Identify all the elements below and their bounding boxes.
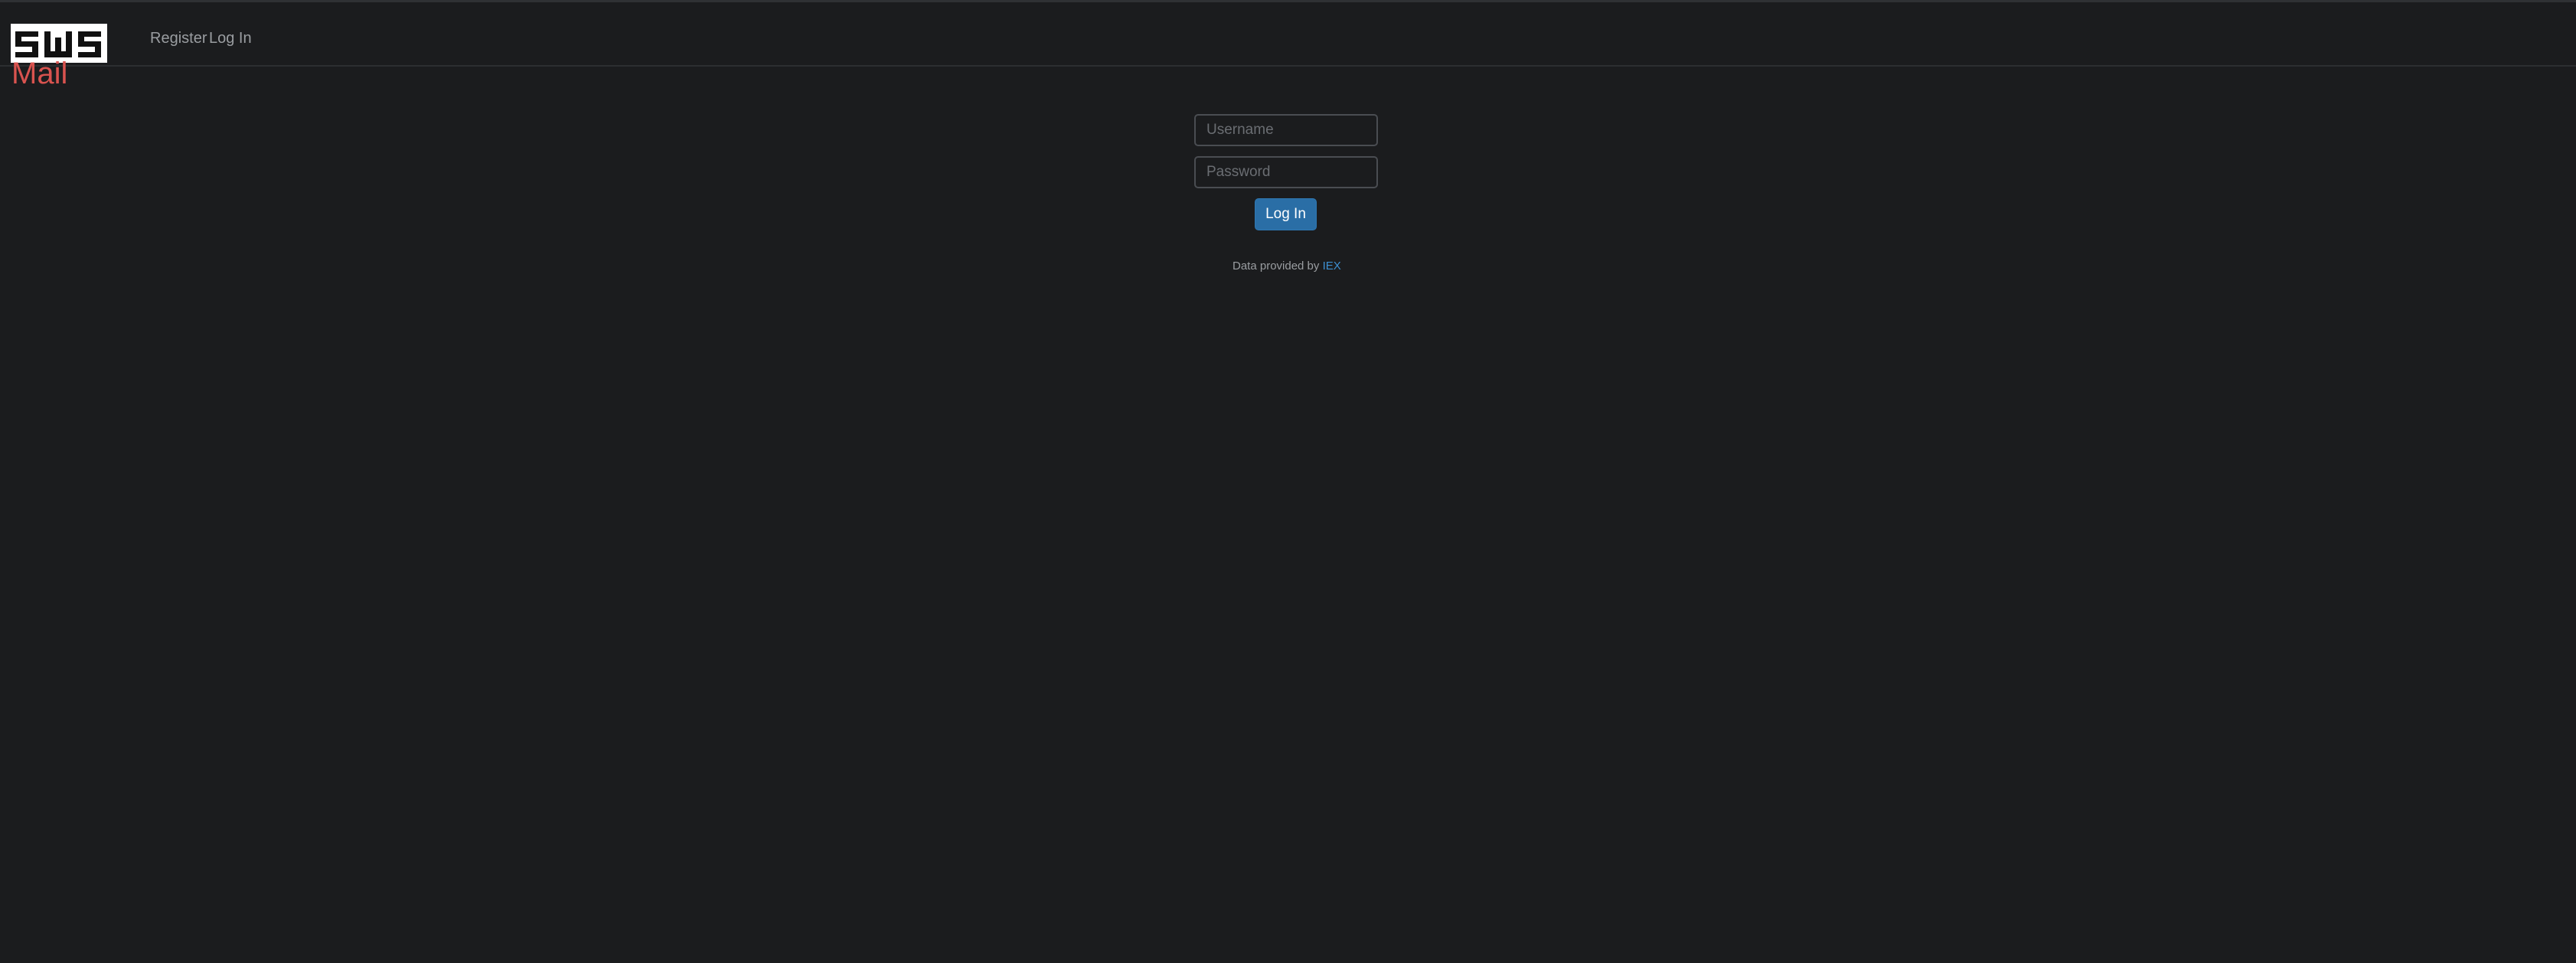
password-input[interactable] bbox=[1194, 156, 1378, 188]
nav-register-link[interactable]: Register bbox=[150, 28, 207, 48]
nav-login-link[interactable]: Log In bbox=[209, 28, 252, 48]
username-input[interactable] bbox=[1194, 114, 1378, 146]
navbar: Register Log In bbox=[0, 2, 2576, 67]
data-credit: Data provided by IEX bbox=[1232, 259, 1347, 274]
credit-prefix: Data provided by bbox=[1232, 260, 1320, 273]
brand-subtitle: Mail bbox=[11, 57, 68, 90]
iex-link[interactable]: IEX bbox=[1323, 260, 1341, 273]
login-form bbox=[1194, 114, 1378, 188]
login-submit-button[interactable]: Log In bbox=[1255, 198, 1317, 230]
